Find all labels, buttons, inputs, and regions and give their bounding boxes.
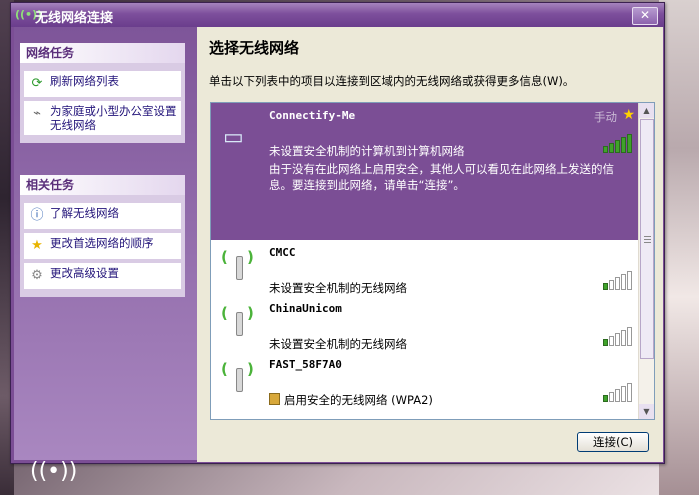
- network-item-fast[interactable]: () FAST_58F7A0 启用安全的无线网络 (WPA2): [211, 352, 639, 419]
- task-learn-wireless[interactable]: ⓘ 了解无线网络: [24, 203, 181, 229]
- title-bar[interactable]: ((•)) 无线网络连接 ✕: [11, 3, 664, 27]
- task-label: 更改首选网络的顺序: [50, 236, 154, 250]
- related-tasks-header: 相关任务: [20, 175, 185, 195]
- task-refresh-network-list[interactable]: ⟳ 刷新网络列表: [24, 71, 181, 97]
- desktop-wireless-shortcut-icon[interactable]: ((•)): [30, 458, 77, 492]
- scrollbar[interactable]: ▲ ▼: [638, 103, 654, 419]
- network-security: 启用安全的无线网络 (WPA2): [269, 392, 433, 408]
- related-tasks-box: 相关任务 ⓘ 了解无线网络 ★ 更改首选网络的顺序 ⚙ 更改高级设置: [20, 175, 185, 297]
- network-tasks-box: 网络任务 ⟳ 刷新网络列表 ⌁ 为家庭或小型办公室设置无线网络: [20, 43, 185, 143]
- signal-strength-icon: [603, 327, 633, 346]
- task-label: 更改高级设置: [50, 266, 119, 280]
- main-content: 选择无线网络 单击以下列表中的项目以连接到区域内的无线网络或获得更多信息(W)。…: [197, 27, 663, 462]
- network-tasks-header: 网络任务: [20, 43, 185, 63]
- info-icon: ⓘ: [30, 208, 44, 223]
- page-title: 选择无线网络: [209, 39, 300, 57]
- task-change-preferred-order[interactable]: ★ 更改首选网络的顺序: [24, 233, 181, 259]
- signal-strength-icon: [603, 134, 633, 153]
- window-title: 无线网络连接: [35, 11, 114, 26]
- signal-strength-icon: [603, 271, 633, 290]
- wireless-setup-icon: ⌁: [33, 106, 41, 121]
- task-label: 刷新网络列表: [50, 74, 119, 88]
- scroll-down-button[interactable]: ▼: [639, 404, 654, 419]
- task-label: 了解无线网络: [50, 206, 119, 220]
- network-item-connectify[interactable]: ▭ Connectify-Me 手动 ★ 未设置安全机制的计算机到计算机网络 由…: [211, 103, 639, 240]
- settings-icon: ⚙: [31, 268, 43, 283]
- lock-icon: [269, 393, 280, 405]
- wireless-icon: ((•)): [15, 8, 43, 21]
- network-item-chinaunicom[interactable]: () ChinaUnicom 未设置安全机制的无线网络: [211, 296, 639, 352]
- antenna-icon: (): [221, 300, 255, 336]
- antenna-icon: (): [221, 356, 255, 392]
- close-button[interactable]: ✕: [632, 7, 658, 25]
- network-name: ChinaUnicom: [269, 302, 342, 315]
- network-security: 未设置安全机制的无线网络: [269, 337, 407, 351]
- scroll-up-button[interactable]: ▲: [639, 103, 654, 118]
- network-item-cmcc[interactable]: () CMCC 未设置安全机制的无线网络: [211, 240, 639, 296]
- network-name: FAST_58F7A0: [269, 358, 342, 371]
- task-advanced-settings[interactable]: ⚙ 更改高级设置: [24, 263, 181, 289]
- scroll-thumb[interactable]: [640, 119, 654, 359]
- network-name: CMCC: [269, 246, 296, 259]
- signal-strength-icon: [603, 383, 633, 402]
- task-pane: 网络任务 ⟳ 刷新网络列表 ⌁ 为家庭或小型办公室设置无线网络 相关任务 ⓘ 了…: [14, 27, 197, 460]
- connect-button[interactable]: 连接(C): [577, 432, 649, 452]
- manual-label: 手动: [594, 110, 617, 124]
- star-icon: ★: [31, 238, 43, 253]
- network-security: 未设置安全机制的无线网络: [269, 281, 407, 295]
- adhoc-computer-icon: ▭: [223, 125, 244, 150]
- antenna-icon: (): [221, 244, 255, 280]
- network-security: 未设置安全机制的计算机到计算机网络: [269, 144, 465, 158]
- network-info: 由于没有在此网络上启用安全，其他人可以看见在此网络上发送的信息。要连接到此网络，…: [269, 162, 614, 192]
- preferred-star-icon: ★: [622, 107, 635, 123]
- instruction-text: 单击以下列表中的项目以连接到区域内的无线网络或获得更多信息(W)。: [209, 74, 575, 88]
- network-name: Connectify-Me: [269, 109, 356, 122]
- desktop-background-right: [659, 0, 699, 495]
- wireless-connection-window: ((•)) 无线网络连接 ✕ 网络任务 ⟳ 刷新网络列表 ⌁ 为家庭或小型办公室…: [10, 2, 665, 464]
- refresh-icon: ⟳: [31, 76, 43, 91]
- task-setup-wireless[interactable]: ⌁ 为家庭或小型办公室设置无线网络: [24, 101, 181, 135]
- network-list[interactable]: ▭ Connectify-Me 手动 ★ 未设置安全机制的计算机到计算机网络 由…: [210, 102, 655, 420]
- task-label: 为家庭或小型办公室设置无线网络: [50, 104, 177, 132]
